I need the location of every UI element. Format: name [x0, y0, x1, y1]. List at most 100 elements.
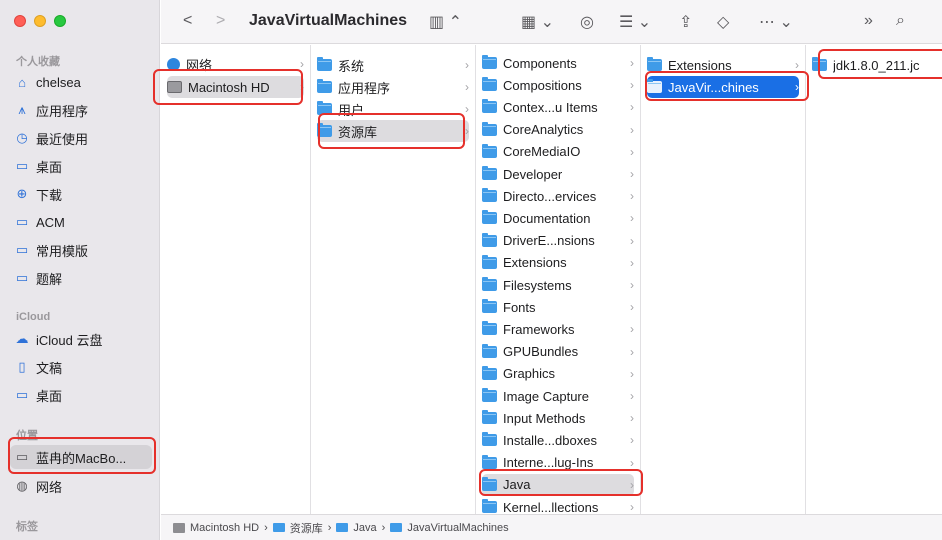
- chevron-right-icon: ›: [630, 322, 634, 337]
- document-icon: ▯: [18, 359, 26, 374]
- view-columns-icon[interactable]: ▥ ⌃: [429, 12, 462, 32]
- item-label: Fonts: [503, 299, 536, 315]
- sidebar-item-desktop[interactable]: ▭ 桌面: [14, 154, 154, 178]
- folder-icon: [482, 454, 497, 469]
- sidebar-item-chelsea[interactable]: ⌂ chelsea: [14, 70, 154, 94]
- sidebar-section-tags: 标签: [16, 521, 38, 533]
- more-actions-icon[interactable]: ⋯ ⌄: [759, 12, 793, 32]
- chevron-right-icon: ›: [465, 58, 469, 72]
- folder-icon: [482, 299, 497, 314]
- path-item-java[interactable]: Java: [353, 522, 376, 534]
- chevron-right-icon: ›: [630, 100, 634, 115]
- overflow-chevron-icon[interactable]: »: [864, 12, 873, 30]
- folder-icon: [647, 57, 662, 71]
- sidebar-item-icloud-desktop[interactable]: ▭ 桌面: [14, 383, 154, 407]
- column-item-gpubundles[interactable]: GPUBundles ›: [482, 341, 634, 363]
- chevron-right-icon: ›: [630, 233, 634, 248]
- column-item-coremediaio[interactable]: CoreMediaIO ›: [482, 141, 634, 163]
- item-label: CoreAnalytics: [503, 122, 584, 138]
- path-item-library[interactable]: 资源库: [290, 520, 323, 536]
- sort-menu-icon[interactable]: ☰ ⌄: [619, 12, 651, 32]
- minimize-window-button[interactable]: [34, 15, 46, 27]
- column-item-installe-dboxes[interactable]: Installe...dboxes ›: [482, 429, 634, 451]
- column-item-fonts[interactable]: Fonts ›: [482, 296, 634, 318]
- chevron-right-icon: ›: [630, 411, 634, 426]
- search-icon[interactable]: ⌕: [896, 12, 905, 30]
- item-label: DriverE...nsions: [503, 233, 595, 249]
- sidebar-item-recents[interactable]: ◷ 最近使用: [14, 126, 154, 150]
- column-item-applications[interactable]: 应用程序 ›: [317, 76, 469, 98]
- column-item-coreanalytics[interactable]: CoreAnalytics ›: [482, 119, 634, 141]
- item-label: Filesystems: [503, 277, 572, 293]
- window-controls: [14, 15, 66, 27]
- sidebar-item-label: 常用模版: [36, 243, 89, 259]
- column-item-frameworks[interactable]: Frameworks ›: [482, 318, 634, 340]
- sidebar-item-label: 桌面: [36, 159, 63, 175]
- column-item-filesystems[interactable]: Filesystems ›: [482, 274, 634, 296]
- airdrop-icon[interactable]: ◎: [580, 12, 594, 32]
- path-item-macintosh-hd[interactable]: Macintosh HD: [190, 522, 259, 534]
- item-label: Compositions: [503, 77, 582, 93]
- item-label: Contex...u Items: [503, 99, 598, 115]
- folder-icon: [482, 365, 497, 380]
- column-1: 网络 › Macintosh HD ›: [153, 45, 311, 514]
- close-window-button[interactable]: [14, 15, 26, 27]
- sidebar-item-solutions[interactable]: ▭ 题解: [14, 266, 154, 290]
- column-item-compositions[interactable]: Compositions ›: [482, 74, 634, 96]
- column-4: Extensions › JavaVir...chines ›: [641, 45, 809, 514]
- sidebar-item-templates[interactable]: ▭ 常用模版: [14, 238, 154, 262]
- chevron-right-icon: ›: [381, 521, 386, 534]
- sidebar-item-label: iCloud 云盘: [36, 332, 103, 348]
- folder-icon: [482, 388, 497, 402]
- disk-icon: [173, 522, 185, 533]
- folder-icon: [482, 432, 497, 447]
- folder-icon: [482, 410, 497, 425]
- sidebar-item-documents[interactable]: ▯ 文稿: [14, 355, 154, 379]
- sidebar-item-label: 文稿: [36, 360, 63, 376]
- window-title: JavaVirtualMachines: [249, 12, 408, 29]
- sidebar-item-downloads[interactable]: ⊕ 下载: [14, 182, 154, 206]
- tag-icon[interactable]: ◇: [717, 12, 729, 32]
- sidebar-item-icloud-drive[interactable]: ☁ iCloud 云盘: [14, 327, 154, 351]
- column-item-system[interactable]: 系统 ›: [317, 54, 469, 76]
- zoom-window-button[interactable]: [54, 15, 66, 27]
- sidebar-item-applications[interactable]: ⩚ 应用程序: [14, 98, 154, 122]
- column-item-developer[interactable]: Developer ›: [482, 163, 634, 185]
- item-label: Extensions: [503, 255, 567, 271]
- column-item-graphics[interactable]: Graphics ›: [482, 363, 634, 385]
- globe-icon: ◍: [16, 478, 28, 493]
- column-item-documentation[interactable]: Documentation ›: [482, 207, 634, 229]
- path-item-javavirtualmachines[interactable]: JavaVirtualMachines: [407, 522, 508, 534]
- folder-icon: [482, 321, 497, 336]
- column-item-components[interactable]: Components ›: [482, 52, 634, 74]
- column-item-image-capture[interactable]: Image Capture ›: [482, 385, 634, 407]
- folder-icon: [482, 343, 497, 358]
- group-by-icon[interactable]: ▦ ⌄: [521, 12, 554, 32]
- item-label: Developer: [503, 166, 563, 182]
- folder-icon: [317, 79, 332, 93]
- annotation-box-library: [318, 113, 465, 149]
- annotation-box-macbook: [8, 437, 156, 474]
- annotation-box-java: [479, 469, 643, 496]
- sidebar-item-acm[interactable]: ▭ ACM: [14, 210, 154, 234]
- chevron-right-icon: ›: [630, 433, 634, 448]
- back-button[interactable]: <: [183, 12, 192, 30]
- annotation-box-javavirtualmachines: [645, 71, 809, 101]
- folder-icon: [482, 210, 497, 225]
- column-5: jdk1.8.0_211.jc: [806, 45, 942, 514]
- clock-icon: ◷: [16, 130, 28, 145]
- column-item-drivere-nsions[interactable]: DriverE...nsions ›: [482, 230, 634, 252]
- folder-icon: ▭: [15, 242, 29, 257]
- column-item-contex-u-items[interactable]: Contex...u Items ›: [482, 96, 634, 118]
- column-item-input-methods[interactable]: Input Methods ›: [482, 407, 634, 429]
- sidebar-item-label: 最近使用: [36, 131, 89, 147]
- chevron-right-icon: ›: [630, 300, 634, 315]
- sidebar-section-icloud: iCloud: [16, 311, 51, 323]
- forward-button[interactable]: >: [216, 12, 225, 30]
- column-item-directo-ervices[interactable]: Directo...ervices ›: [482, 185, 634, 207]
- folder-icon: ▭: [15, 270, 29, 285]
- sidebar-item-network[interactable]: ◍ 网络: [14, 474, 154, 498]
- item-label: Components: [503, 55, 577, 71]
- share-icon[interactable]: ⇪: [679, 12, 692, 32]
- column-item-extensions[interactable]: Extensions ›: [482, 252, 634, 274]
